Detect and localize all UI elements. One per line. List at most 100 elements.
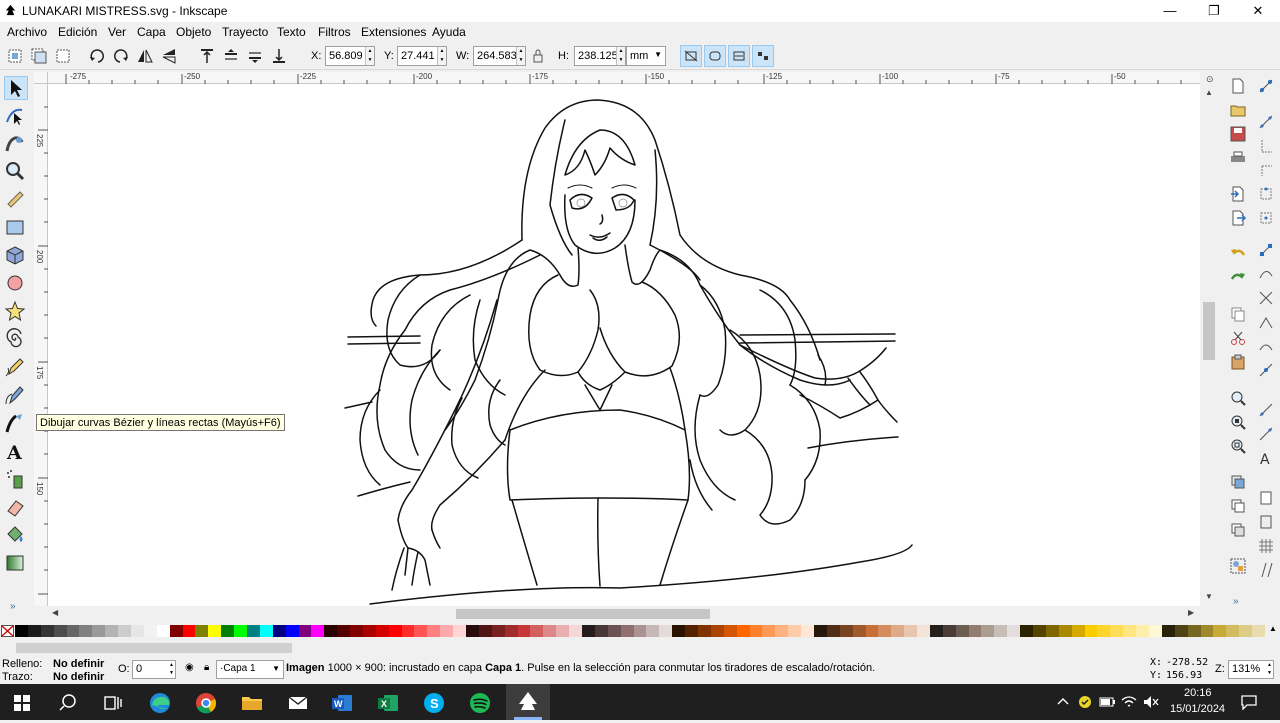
color-swatch[interactable] bbox=[891, 625, 905, 637]
color-swatch[interactable] bbox=[1020, 625, 1034, 637]
color-swatch[interactable] bbox=[427, 625, 441, 637]
inkscape-taskbar-button[interactable] bbox=[506, 684, 550, 720]
snap-page-border-alt-icon[interactable] bbox=[1258, 514, 1274, 530]
eraser-tool[interactable] bbox=[4, 496, 28, 520]
color-swatch[interactable] bbox=[1084, 625, 1098, 637]
rotate-ccw-icon[interactable] bbox=[88, 47, 106, 65]
menu-filtros[interactable]: Filtros bbox=[318, 25, 351, 39]
color-swatch[interactable] bbox=[79, 625, 93, 637]
swatch-strip[interactable] bbox=[15, 624, 1266, 638]
text-tool[interactable]: A bbox=[4, 440, 28, 464]
maximize-button[interactable]: ❐ bbox=[1192, 0, 1236, 22]
scroll-right-icon[interactable]: ▶ bbox=[1188, 608, 1194, 617]
opacity-field[interactable]: 0 ▲ ▼ bbox=[132, 660, 176, 679]
snap-smooth-icon[interactable] bbox=[1258, 338, 1274, 354]
color-swatch[interactable] bbox=[736, 625, 751, 637]
snap-object-center-icon[interactable] bbox=[1258, 402, 1274, 418]
snap-text-baseline-icon[interactable]: A bbox=[1258, 450, 1274, 466]
color-swatch[interactable] bbox=[298, 625, 312, 637]
raise-icon[interactable] bbox=[222, 47, 240, 65]
save-icon[interactable] bbox=[1230, 126, 1246, 142]
stroke-value[interactable]: No definir bbox=[53, 671, 104, 683]
import-icon[interactable] bbox=[1230, 186, 1246, 202]
color-swatch[interactable] bbox=[362, 625, 377, 637]
measure-tool[interactable] bbox=[4, 188, 28, 212]
palette-menu-icon[interactable]: ▲ bbox=[1269, 624, 1277, 633]
vertical-ruler[interactable]: 225 200 175 150 bbox=[34, 84, 48, 606]
color-swatch[interactable] bbox=[40, 625, 55, 637]
gradient-tool[interactable] bbox=[4, 552, 28, 576]
color-swatch[interactable] bbox=[1110, 625, 1124, 637]
zoom-spin-icon[interactable]: ▲ ▼ bbox=[1267, 661, 1272, 677]
color-swatch[interactable] bbox=[556, 625, 570, 637]
color-swatch[interactable] bbox=[633, 625, 647, 637]
color-swatch[interactable] bbox=[118, 625, 132, 637]
spotify-icon[interactable] bbox=[460, 688, 500, 718]
color-swatch[interactable] bbox=[1136, 625, 1150, 637]
network-icon[interactable] bbox=[1120, 694, 1138, 710]
color-swatch[interactable] bbox=[917, 625, 931, 637]
color-swatch[interactable] bbox=[156, 625, 171, 637]
edge-browser-icon[interactable] bbox=[140, 688, 180, 718]
excel-icon[interactable]: X bbox=[368, 688, 408, 718]
menu-trayecto[interactable]: Trayecto bbox=[222, 25, 268, 39]
word-icon[interactable]: W bbox=[322, 688, 362, 718]
menu-objeto[interactable]: Objeto bbox=[176, 25, 211, 39]
color-swatch[interactable] bbox=[1007, 625, 1021, 637]
menu-extensiones[interactable]: Extensiones bbox=[361, 25, 426, 39]
selector-tool[interactable] bbox=[4, 76, 28, 100]
battery-icon[interactable] bbox=[1098, 694, 1116, 710]
color-swatch[interactable] bbox=[1174, 625, 1189, 637]
notifications-icon[interactable] bbox=[1240, 694, 1258, 710]
vertical-scroll-thumb[interactable] bbox=[1203, 302, 1215, 360]
color-swatch[interactable] bbox=[1161, 625, 1176, 637]
lower-to-bottom-icon[interactable] bbox=[270, 47, 288, 65]
redo-icon[interactable] bbox=[1230, 270, 1246, 286]
menu-texto[interactable]: Texto bbox=[277, 25, 306, 39]
palette-scrollbar[interactable] bbox=[0, 640, 1280, 656]
bezier-pen-tool[interactable] bbox=[4, 384, 28, 408]
volume-muted-icon[interactable] bbox=[1142, 694, 1160, 710]
menu-capa[interactable]: Capa bbox=[137, 25, 166, 39]
menu-ayuda[interactable]: Ayuda bbox=[432, 25, 466, 39]
color-swatch[interactable] bbox=[1033, 625, 1047, 637]
color-swatch[interactable] bbox=[517, 625, 531, 637]
color-swatch[interactable] bbox=[762, 625, 776, 637]
color-swatch[interactable] bbox=[788, 625, 802, 637]
eye-icon[interactable]: ◉ bbox=[185, 662, 194, 673]
3d-box-tool[interactable] bbox=[4, 244, 28, 268]
security-shield-icon[interactable] bbox=[1076, 694, 1094, 710]
minimize-button[interactable]: — bbox=[1148, 0, 1192, 22]
mail-icon[interactable] bbox=[278, 688, 318, 718]
zoom-corner-icon[interactable]: ⊙ bbox=[1206, 74, 1214, 85]
unit-select[interactable]: mm ▼ bbox=[626, 46, 666, 66]
color-swatch[interactable] bbox=[1239, 625, 1253, 637]
scale-stroke-toggle[interactable] bbox=[680, 45, 702, 67]
snap-rotation-center-icon[interactable] bbox=[1258, 426, 1274, 442]
search-icon[interactable] bbox=[48, 688, 88, 718]
color-swatch[interactable] bbox=[775, 625, 789, 637]
spray-tool[interactable] bbox=[4, 468, 28, 492]
snap-bbox-edge-icon[interactable] bbox=[1258, 138, 1274, 154]
color-swatch[interactable] bbox=[594, 625, 609, 637]
color-swatch[interactable] bbox=[143, 625, 158, 637]
snap-midpoint-icon[interactable] bbox=[1258, 362, 1274, 378]
color-swatch[interactable] bbox=[672, 625, 686, 637]
color-swatch[interactable] bbox=[401, 625, 415, 637]
color-swatch[interactable] bbox=[491, 625, 506, 637]
color-swatch[interactable] bbox=[1213, 625, 1227, 637]
calligraphy-tool[interactable] bbox=[4, 412, 28, 436]
color-swatch[interactable] bbox=[504, 625, 519, 637]
color-swatch[interactable] bbox=[801, 625, 815, 637]
color-swatch[interactable] bbox=[1252, 625, 1266, 637]
color-swatch[interactable] bbox=[478, 625, 493, 637]
clone-icon[interactable] bbox=[1230, 498, 1246, 514]
snap-guide-icon[interactable] bbox=[1258, 562, 1274, 578]
color-swatch[interactable] bbox=[246, 625, 261, 637]
open-folder-icon[interactable] bbox=[1230, 102, 1246, 118]
color-swatch[interactable] bbox=[466, 625, 480, 637]
zoom-drawing-icon[interactable] bbox=[1230, 414, 1246, 430]
zoom-tool[interactable] bbox=[4, 160, 28, 184]
color-swatch[interactable] bbox=[852, 625, 866, 637]
expand-toolbox-icon[interactable]: » bbox=[10, 601, 16, 612]
